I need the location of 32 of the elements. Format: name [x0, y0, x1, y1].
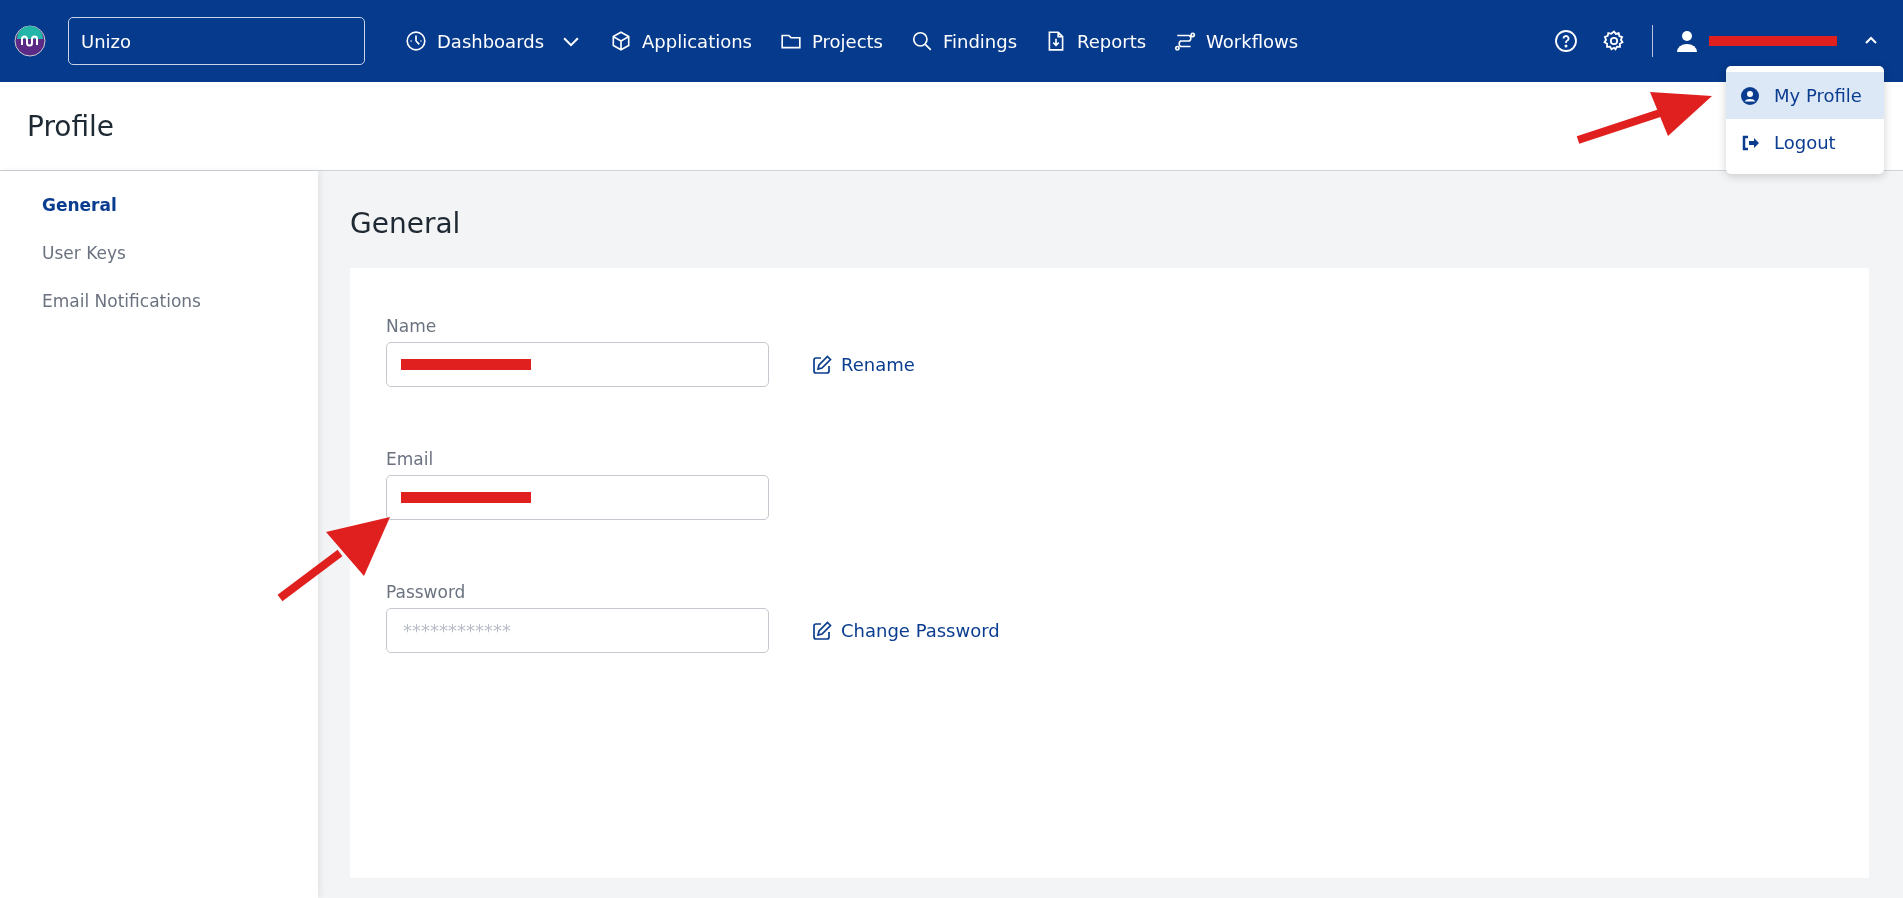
logo-icon[interactable] — [14, 25, 46, 57]
menu-item[interactable]: Logout — [1726, 119, 1884, 166]
page-title: Profile — [27, 109, 115, 143]
user-icon — [1677, 30, 1697, 52]
user-circle-icon — [1740, 85, 1760, 106]
nav-link[interactable]: Workflows — [1160, 24, 1313, 58]
edit-icon — [811, 353, 833, 376]
gauge-icon — [405, 30, 427, 52]
field-label: Name — [386, 316, 438, 336]
edit-link[interactable]: Change Password — [811, 619, 1000, 642]
field-label: Password — [386, 582, 467, 602]
settings-icon[interactable] — [1602, 29, 1626, 53]
nav-link[interactable]: Findings — [896, 24, 1032, 58]
search-icon — [910, 30, 933, 52]
search-field[interactable]: Unizo — [68, 17, 365, 65]
edit-link[interactable]: Rename — [811, 353, 915, 376]
menu-item[interactable]: My Profile — [1726, 72, 1884, 119]
workflow-icon — [1174, 30, 1197, 52]
nav-link[interactable]: Projects — [766, 24, 897, 58]
sidebar-item[interactable]: User Keys — [0, 229, 318, 277]
sidebar-item[interactable]: Email Notifications — [0, 277, 318, 325]
nav-link[interactable]: Dashboards — [391, 24, 597, 58]
nav-link[interactable]: Applications — [596, 24, 766, 58]
field-label: Email — [386, 449, 435, 469]
input-field[interactable] — [386, 475, 769, 520]
edit-icon — [811, 619, 833, 642]
section-title: General — [350, 207, 462, 240]
help-icon[interactable] — [1554, 29, 1578, 53]
nav-link[interactable]: Reports — [1031, 24, 1161, 58]
input-field[interactable] — [386, 342, 769, 387]
cube-icon — [610, 30, 633, 52]
sidebar-item[interactable]: General — [0, 181, 318, 229]
